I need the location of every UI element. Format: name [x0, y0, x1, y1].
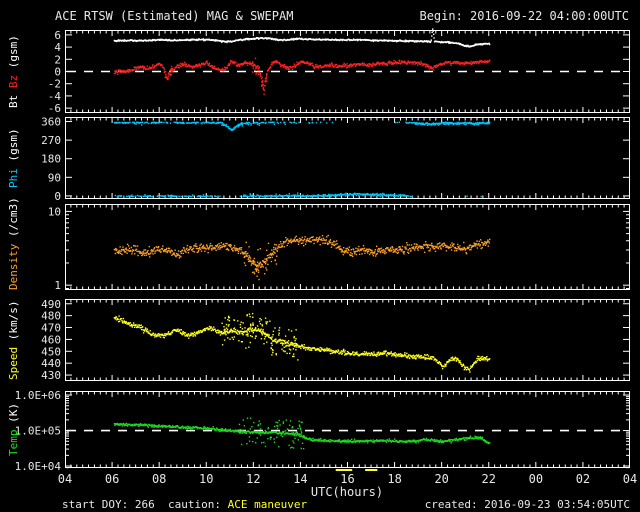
begin-timestamp: Begin: 2016-09-22 04:00:00UTC — [419, 9, 629, 23]
y-tick-label-speed: 430 — [41, 369, 61, 382]
axis-label-part: Density — [7, 237, 20, 290]
caution-label: caution: — [168, 498, 228, 511]
speed-axis-label: Speed (km/s) — [5, 299, 22, 381]
plot-canvas: 6420-2-4-6360270180900101490480470460450… — [15, 28, 637, 486]
x-tick-label: 04 — [623, 472, 637, 486]
panel-phi: 360 270 180 90 0 — [41, 116, 630, 203]
series-speed-dots — [113, 312, 491, 373]
created-timestamp: created: 2016-09-23 03:54:05UTC — [424, 498, 630, 511]
panel-speed: 490480470460450440430 — [41, 298, 630, 382]
x-tick-label: 04 — [58, 472, 72, 486]
y-tick-label-phi: 270 — [41, 134, 61, 147]
axis-label-part: (/cm3) — [7, 197, 20, 238]
x-tick-label: 06 — [105, 472, 119, 486]
bt-bz-axis-label: Bt Bz (gsm) — [5, 30, 22, 113]
y-tick-label-density: 10 — [48, 205, 61, 218]
caution-note: caution: ACE maneuver — [168, 498, 307, 511]
axis-label-part: Phi — [7, 161, 20, 188]
y-tick-label-phi: 180 — [41, 153, 61, 166]
x-tick-label: 22 — [482, 472, 496, 486]
x-tick-label: 18 — [387, 472, 401, 486]
y-tick-label-phi: 90 — [48, 171, 61, 184]
series-density-dots — [113, 234, 491, 281]
axis-label-part: Temp — [7, 422, 20, 457]
y-tick-label-phi: 0 — [54, 190, 61, 203]
axis-label-part: (gsm) — [7, 128, 20, 162]
x-tick-label: 16 — [340, 472, 354, 486]
series-bt-dots — [113, 28, 491, 48]
density-axis-label: Density (/cm3) — [5, 197, 22, 290]
axis-label-part: Bt — [7, 88, 20, 108]
panel-temp-frame — [65, 391, 630, 468]
panel-density-frame — [65, 204, 630, 290]
maneuver-mark — [335, 469, 353, 471]
panel-bt-bz: 6420-2-4-6 — [48, 28, 630, 115]
x-tick-label: 14 — [293, 472, 307, 486]
series-phi-dots — [113, 121, 491, 198]
panel-temp: 1.0E+061.0E+051.0E+04 — [15, 389, 630, 473]
y-tick-label-bt-bz: -4 — [48, 90, 62, 103]
y-tick-label-bt-bz: 6 — [54, 29, 61, 42]
y-tick-label-bt-bz: 0 — [54, 66, 61, 79]
x-tick-label: 10 — [199, 472, 213, 486]
phi-axis-label: Phi (gsm) — [5, 117, 22, 199]
ace-rtsw-plot-screen: 6 4 2 0 -2 -4 -6 360 270 180 90 0 10 1 490 480 470 460 450… — [0, 0, 640, 512]
panel-phi-frame — [65, 117, 630, 199]
axis-label-part: Speed — [7, 340, 20, 380]
y-tick-label-bt-bz: 2 — [54, 53, 61, 66]
y-tick-label-bt-bz: -6 — [48, 102, 61, 115]
series-temp-dots — [113, 417, 491, 450]
x-tick-label: 00 — [529, 472, 543, 486]
panel-density: 10 1 — [48, 204, 630, 292]
temp-axis-label: Temp (K) — [5, 391, 22, 468]
axis-label-part: (K) — [7, 403, 20, 423]
y-tick-label-bt-bz: 4 — [54, 41, 61, 54]
y-tick-label-phi: 360 — [41, 116, 61, 129]
axis-label-part: (gsm) — [7, 35, 20, 69]
panel-speed-frame — [65, 299, 630, 381]
x-axis-title: UTC(hours) — [310, 485, 384, 499]
y-tick-label-density: 1 — [54, 279, 61, 292]
x-tick-label: 02 — [576, 472, 590, 486]
x-tick-label: 12 — [246, 472, 260, 486]
plot-title: ACE RTSW (Estimated) MAG & SWEPAM — [55, 9, 294, 23]
x-tick-label: 08 — [152, 472, 166, 486]
maneuver-mark — [365, 469, 378, 471]
axis-label-part: (km/s) — [7, 300, 20, 340]
start-doy-label: start DOY: 266 — [62, 498, 155, 511]
x-tick-label: 20 — [434, 472, 448, 486]
axis-label-part: Bz — [7, 68, 20, 89]
y-tick-label-bt-bz: -2 — [48, 78, 61, 91]
caution-value: ACE maneuver — [227, 498, 308, 511]
series-bz-dots — [113, 57, 491, 96]
